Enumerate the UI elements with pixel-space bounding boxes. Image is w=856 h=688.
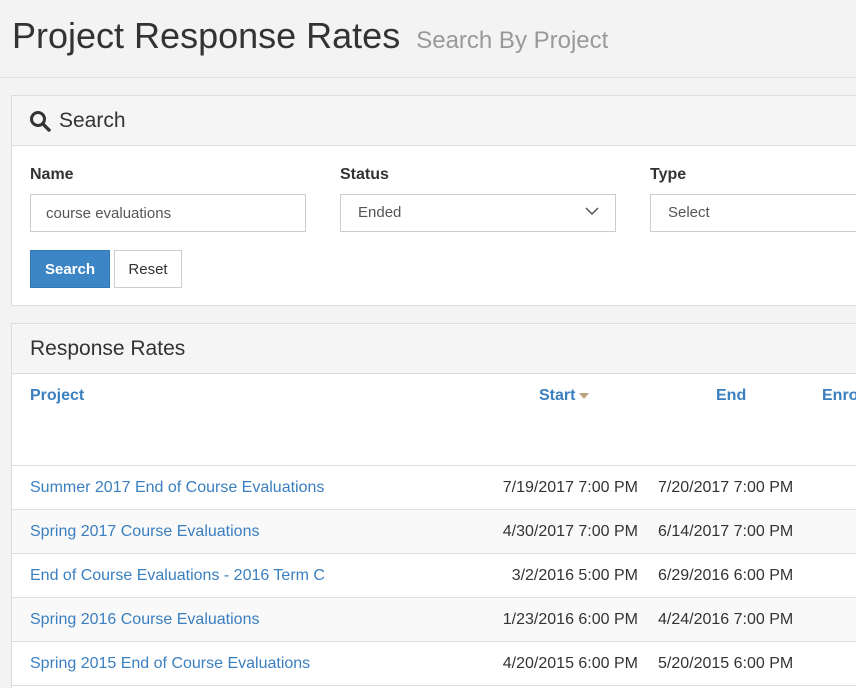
table-row: Summer 2017 End of Course Evaluations 7/… [12,466,856,510]
name-label: Name [30,166,74,183]
status-select[interactable]: Ended [340,194,616,232]
column-header-end[interactable]: End [716,387,746,405]
start-cell: 4/30/2017 7:00 PM [502,523,638,540]
end-cell: 4/24/2016 7:00 PM [658,611,794,628]
status-label: Status [340,166,389,183]
start-cell: 7/19/2017 7:00 PM [502,479,638,496]
type-label: Type [650,166,687,183]
search-panel: Search Name Status Ended Type Select Sea… [11,95,856,306]
table-row: Spring 2016 Course Evaluations 1/23/2016… [12,598,856,642]
search-icon [30,111,51,132]
start-cell: 1/23/2016 6:00 PM [502,611,638,628]
response-rates-title: Response Rates [30,337,186,360]
table-row: Spring 2015 End of Course Evaluations 4/… [12,642,856,686]
end-cell: 6/29/2016 6:00 PM [658,567,794,584]
project-link[interactable]: End of Course Evaluations - 2016 Term C [30,567,325,585]
page-title: Project Response Rates Search By Project [12,14,608,63]
reset-button[interactable]: Reset [114,250,182,288]
page-header: Project Response Rates Search By Project [0,0,856,78]
column-header-start[interactable]: Start [539,387,590,405]
response-rates-heading: Response Rates [12,324,856,374]
search-panel-title: Search [59,109,126,132]
end-cell: 5/20/2015 6:00 PM [658,655,794,672]
response-rates-panel: Response Rates Project Start End Enro Su… [11,323,856,688]
project-link[interactable]: Spring 2017 Course Evaluations [30,523,259,541]
table-body: Summer 2017 End of Course Evaluations 7/… [12,466,856,686]
status-select-value: Ended [358,204,402,221]
table-row: Spring 2017 Course Evaluations 4/30/2017… [12,510,856,554]
table-header: Project Start End Enro [12,374,856,466]
search-panel-heading: Search [12,96,856,146]
start-cell: 3/2/2016 5:00 PM [511,567,638,584]
project-link[interactable]: Spring 2016 Course Evaluations [30,611,259,629]
end-cell: 6/14/2017 7:00 PM [658,523,794,540]
project-link[interactable]: Summer 2017 End of Course Evaluations [30,479,324,497]
type-select[interactable]: Select [650,194,856,232]
column-header-enrolled[interactable]: Enro [822,387,856,405]
page-title-text: Project Response Rates [12,15,401,56]
name-input[interactable] [30,194,306,232]
column-header-start-label: Start [539,387,576,404]
chevron-down-icon [585,207,599,216]
sort-descending-icon [579,392,590,399]
column-header-project[interactable]: Project [30,387,84,405]
type-select-value: Select [668,204,710,221]
project-link[interactable]: Spring 2015 End of Course Evaluations [30,655,310,673]
search-button[interactable]: Search [30,250,110,288]
table-row: End of Course Evaluations - 2016 Term C … [12,554,856,598]
end-cell: 7/20/2017 7:00 PM [658,479,794,496]
page-subtitle: Search By Project [416,27,609,54]
start-cell: 4/20/2015 6:00 PM [502,655,638,672]
